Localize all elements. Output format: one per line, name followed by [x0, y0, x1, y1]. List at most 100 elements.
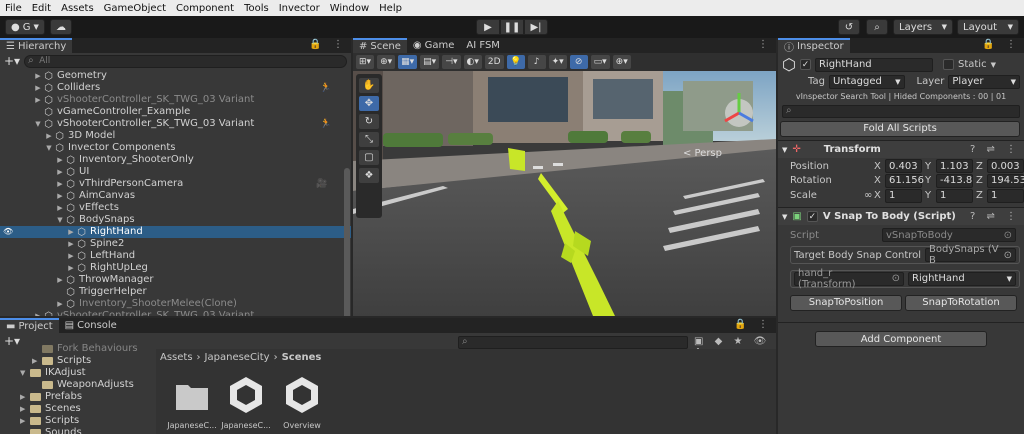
audio-toggle[interactable]: ♪	[527, 55, 546, 69]
cloud-button[interactable]: ☁	[50, 19, 72, 35]
asset-scene[interactable]: Overview	[274, 375, 330, 430]
menu-invector[interactable]: Invector	[274, 3, 325, 14]
hierarchy-item[interactable]: ⬡ TriggerHelper	[0, 286, 351, 298]
position-x[interactable]: 0.403	[885, 159, 922, 173]
rect-tool[interactable]: ▢	[359, 150, 379, 165]
chevron-down-icon[interactable]: ▼	[991, 61, 996, 69]
pan-tool[interactable]: ✋	[359, 78, 379, 93]
scale-x[interactable]: 1	[885, 188, 922, 203]
expand-arrow-icon[interactable]: ▶	[66, 238, 76, 250]
folder-item[interactable]: Fork Behaviours	[0, 343, 155, 355]
hierarchy-item[interactable]: ▶ ⬡ Geometry	[0, 70, 351, 82]
expand-arrow-icon[interactable]: ▼	[20, 367, 30, 379]
expand-arrow-icon[interactable]: ▶	[33, 94, 43, 106]
snap-to-body-header[interactable]: ▼ ▣ ✓ V Snap To Body (Script) ? ⇌ ⋮	[778, 207, 1024, 225]
create-button[interactable]: +▾	[4, 54, 20, 68]
tab-hierarchy[interactable]: ☰ Hierarchy	[0, 38, 73, 53]
folder-item[interactable]: WeaponAdjusts	[0, 379, 155, 391]
perspective-label[interactable]: < Persp	[683, 148, 722, 159]
hierarchy-item[interactable]: ▼ ⬡ BodySnaps	[0, 214, 351, 226]
hierarchy-item[interactable]: ▶ ⬡ Colliders 🏃	[0, 82, 351, 94]
hierarchy-item[interactable]: ▼ ⬡ Invector Components	[0, 142, 351, 154]
transform-tool[interactable]: ❖	[359, 168, 379, 183]
rotation-x[interactable]: 61.156	[885, 173, 924, 188]
component-menu-icon[interactable]: ? ⇌ ⋮	[970, 211, 1020, 222]
asset-scene[interactable]: JapaneseC...	[218, 375, 274, 430]
expand-arrow-icon[interactable]: ▶	[55, 190, 65, 202]
tab-project[interactable]: ▬ Project	[0, 318, 59, 333]
hierarchy-item[interactable]: ▶ ⬡ Inventory_ShooterMelee(Clone)	[0, 298, 351, 310]
expand-arrow-icon[interactable]: ▶	[55, 274, 65, 286]
fold-all-scripts-button[interactable]: Fold All Scripts	[780, 120, 1020, 137]
folder-item[interactable]: ▶ Scripts	[0, 415, 155, 427]
static-checkbox[interactable]	[942, 59, 954, 70]
hierarchy-item[interactable]: ▶ ⬡ AimCanvas	[0, 190, 351, 202]
menu-gameobject[interactable]: GameObject	[99, 3, 171, 14]
menu-file[interactable]: File	[0, 3, 27, 14]
hierarchy-item[interactable]: 👁 ▶ ⬡ RightHand	[0, 226, 351, 238]
layout-dropdown[interactable]: Layout ▼	[957, 19, 1019, 35]
folder-item[interactable]: ▼ IKAdjust	[0, 367, 155, 379]
scale-z[interactable]: 1	[987, 188, 1024, 203]
layers-dropdown[interactable]: Layers ▼	[893, 19, 953, 35]
tab-inspector[interactable]: ⓘ Inspector	[778, 38, 850, 54]
panel-menu-icon[interactable]: ⋮	[758, 39, 772, 50]
rotation-y[interactable]: -413.8	[936, 173, 973, 188]
expand-arrow-icon[interactable]: ▶	[55, 298, 65, 310]
expand-arrow-icon[interactable]: ▶	[55, 178, 65, 190]
grid-snap-toggle[interactable]: ▦▾	[398, 55, 418, 69]
expand-arrow-icon[interactable]: ▶	[55, 202, 65, 214]
snap-increment[interactable]: ⊣▾	[442, 55, 461, 69]
menu-assets[interactable]: Assets	[56, 3, 99, 14]
link-icon[interactable]: ∞	[864, 190, 872, 201]
expand-arrow-icon[interactable]: ▶	[66, 226, 76, 238]
play-button[interactable]: ▶	[476, 19, 500, 35]
position-z[interactable]: 0.003	[987, 159, 1024, 173]
menu-tools[interactable]: Tools	[239, 3, 274, 14]
scale-tool[interactable]: ⤡	[359, 132, 379, 147]
expand-arrow-icon[interactable]: ▼	[44, 142, 54, 154]
expand-arrow-icon[interactable]: ▶	[33, 310, 43, 316]
folder-item[interactable]: ▶ Scripts	[0, 355, 155, 367]
lighting-toggle[interactable]: 💡	[506, 55, 525, 69]
search-button[interactable]: ⌕	[866, 19, 888, 35]
hidden-objects-toggle[interactable]: ⊘	[569, 55, 588, 69]
hierarchy-item[interactable]: ▶ ⬡ UI	[0, 166, 351, 178]
folder-item[interactable]: ▶ Scenes	[0, 403, 155, 415]
step-button[interactable]: ▶|	[524, 19, 548, 35]
hierarchy-item[interactable]: ▶ ⬡ 3D Model	[0, 130, 351, 142]
hierarchy-item[interactable]: ⬡ vGameController_Example	[0, 106, 351, 118]
position-y[interactable]: 1.103	[936, 159, 973, 173]
project-search-input[interactable]	[458, 336, 688, 349]
panel-menu-icon[interactable]: 🔒 ⋮	[309, 39, 347, 50]
tab-scene[interactable]: # Scene	[353, 38, 407, 53]
expand-arrow-icon[interactable]: ▶	[32, 355, 42, 367]
hierarchy-item[interactable]: ▶ ⬡ ThrowManager	[0, 274, 351, 286]
hierarchy-item[interactable]: ▶ ⬡ vThirdPersonCamera 🎥	[0, 178, 351, 190]
menu-window[interactable]: Window	[325, 3, 374, 14]
expand-arrow-icon[interactable]: ▼	[55, 214, 65, 226]
hierarchy-item[interactable]: ▶ ⬡ vShooterController_SK_TWG_03 Variant	[0, 310, 351, 316]
expand-arrow-icon[interactable]: ▶	[33, 70, 43, 82]
expand-arrow-icon[interactable]: ▶	[66, 262, 76, 274]
snap-to-rotation-button[interactable]: SnapToRotation	[905, 294, 1017, 311]
bone-select-dropdown[interactable]: RightHand ▼	[908, 271, 1016, 286]
tag-dropdown[interactable]: Untagged ▼	[828, 74, 905, 89]
grid-toggle[interactable]: ▤▾	[420, 55, 440, 69]
shading-mode-dropdown[interactable]: ◐▾	[463, 55, 482, 69]
panel-menu-icon[interactable]: 🔒 ⋮	[734, 319, 772, 330]
tab-game[interactable]: ◉ Game	[407, 38, 461, 53]
expand-arrow-icon[interactable]: ▶	[33, 82, 43, 94]
panel-menu-icon[interactable]: 🔒 ⋮	[982, 39, 1020, 50]
draw-mode-dropdown[interactable]: ⊞▾	[356, 55, 375, 69]
expand-arrow-icon[interactable]: ▶	[20, 391, 30, 403]
rotate-tool[interactable]: ↻	[359, 114, 379, 129]
global-toggle[interactable]: ⊕▾	[377, 55, 396, 69]
camera-settings[interactable]: ▭▾	[590, 55, 610, 69]
expand-arrow-icon[interactable]: ▶	[55, 154, 65, 166]
hierarchy-item[interactable]: ▼ ⬡ vShooterController_SK_TWG_03 Variant 🏃	[0, 118, 351, 130]
expand-arrow-icon[interactable]: ▶	[20, 403, 30, 415]
account-dropdown[interactable]: ● G ▼	[5, 19, 45, 35]
hierarchy-item[interactable]: ▶ ⬡ vEffects	[0, 202, 351, 214]
menu-edit[interactable]: Edit	[27, 3, 56, 14]
